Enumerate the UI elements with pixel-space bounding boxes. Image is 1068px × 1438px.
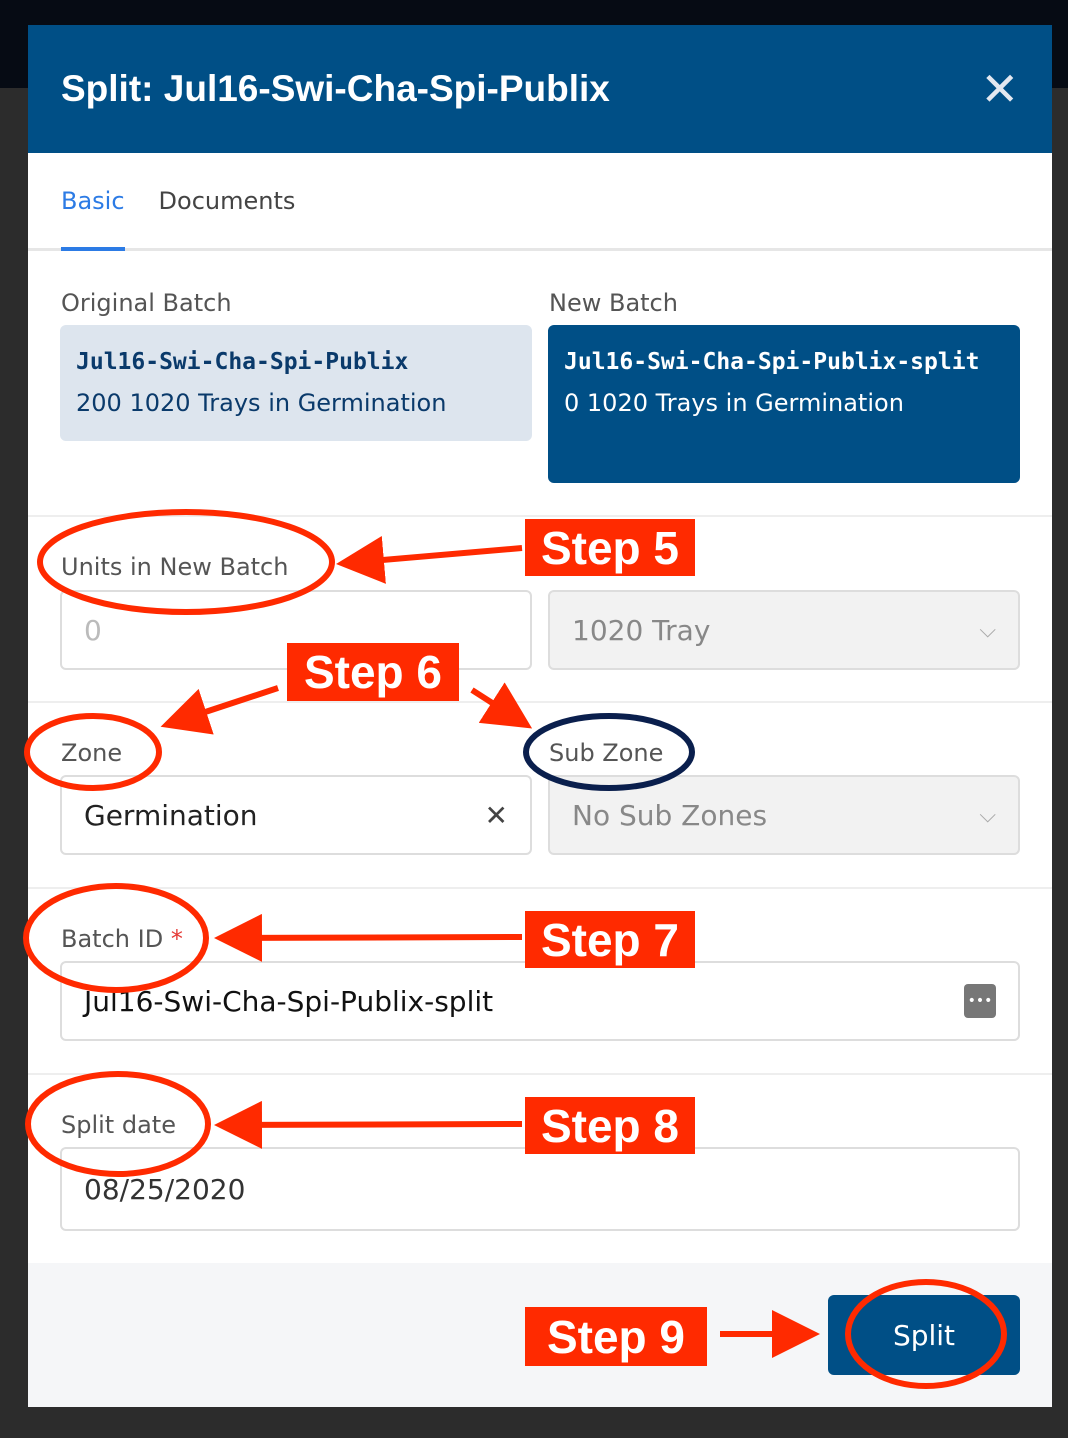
annotation-overlay <box>23 509 1007 1389</box>
step-7-label: Step 7 <box>525 911 695 968</box>
annotation-circle <box>23 883 209 993</box>
annotation-arrow <box>470 682 533 729</box>
step-6-label: Step 6 <box>287 643 459 701</box>
annotation-arrow <box>336 535 523 584</box>
step-9-label: Step 9 <box>525 1307 707 1366</box>
annotation-arrow <box>214 1100 523 1149</box>
step-8-label: Step 8 <box>525 1097 695 1154</box>
annotation-arrow <box>214 913 523 962</box>
annotation-circle <box>37 509 335 615</box>
annotation-circle <box>25 1071 211 1177</box>
annotation-circle <box>845 1279 1007 1389</box>
step-5-label: Step 5 <box>525 519 695 576</box>
annotation-circle <box>523 713 695 791</box>
annotation-circle <box>24 713 162 791</box>
annotation-arrow <box>160 685 279 735</box>
